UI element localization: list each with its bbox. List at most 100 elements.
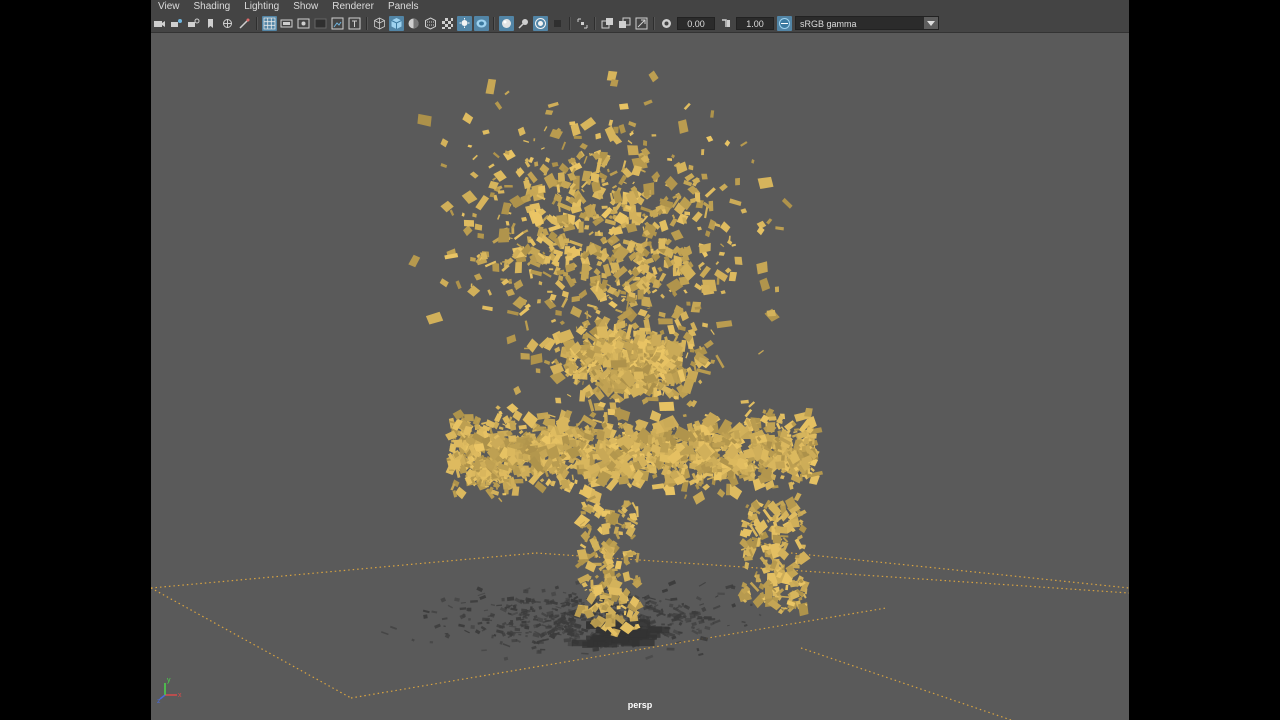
particle-shadow [667,623,672,627]
grid-icon[interactable] [220,16,235,31]
color-space-dropdown[interactable]: sRGB gamma [795,16,939,30]
isolate-icon[interactable] [550,16,565,31]
camera-name-label: persp [627,700,653,710]
particle-shadow [666,647,675,651]
confetti-piece [608,296,613,301]
confetti-piece [618,124,626,134]
shadows-icon[interactable] [457,15,472,31]
camera-icon[interactable] [152,16,167,31]
text-icon[interactable] [347,16,362,31]
confetti-piece [467,144,473,148]
confetti-piece [749,581,760,592]
confetti-piece [720,243,725,248]
menu-lighting[interactable]: Lighting [237,0,286,14]
confetti-piece [522,454,529,461]
confetti-piece [449,209,455,216]
bookmark-icon[interactable] [186,16,201,31]
confetti-piece [720,221,731,233]
film-gate-icon[interactable] [237,16,252,31]
confetti-piece [513,231,525,240]
smooth-shade-icon[interactable] [389,15,404,31]
confetti-piece [554,346,561,353]
particle-shadow [730,585,736,590]
menu-show[interactable]: Show [286,0,325,14]
particle-shadow [411,638,415,642]
particle-shadow [699,603,705,606]
confetti-piece [683,102,691,110]
lights-icon[interactable] [440,16,455,31]
3d-viewport[interactable]: persp x y z [151,33,1129,720]
particle-shadow [727,624,730,627]
confetti-piece [595,309,601,315]
confetti-piece [506,334,517,345]
confetti-piece [775,422,781,430]
confetti-piece [461,190,478,204]
confetti-piece [680,255,690,262]
image-plane-icon[interactable] [203,16,218,31]
confetti-piece [627,139,633,145]
menu-shading[interactable]: Shading [187,0,238,14]
confetti-piece [518,424,527,430]
color-management-icon[interactable] [777,15,792,31]
xray-joints-icon[interactable] [600,16,615,31]
confetti-piece [647,307,651,310]
exposure-field[interactable]: 0.00 [677,16,715,30]
particle-shadow [466,607,472,612]
confetti-piece [505,221,510,226]
exposure-icon[interactable] [659,16,674,31]
gamma-field[interactable]: 1.00 [736,16,774,30]
anti-alias-icon[interactable] [516,16,531,31]
confetti-piece [591,541,599,548]
menu-renderer[interactable]: Renderer [325,0,381,14]
camera-attr-icon[interactable] [169,16,184,31]
resolution-gate-icon[interactable] [262,15,277,31]
confetti-piece [670,229,684,241]
confetti-piece [719,183,728,192]
confetti-piece [571,474,574,481]
confetti-piece [643,140,648,146]
confetti-piece [701,173,708,180]
textured-icon[interactable] [423,16,438,31]
particle-shadow [434,623,441,629]
xray-active-icon[interactable] [617,16,632,31]
confetti-piece [555,279,566,291]
particle-shadow [474,629,481,635]
depth-of-field-icon[interactable] [533,15,548,31]
confetti-piece [744,408,753,418]
confetti-piece [509,420,517,431]
field-chart-icon[interactable] [296,16,311,31]
particle-shadow [661,623,665,626]
default-material-icon[interactable] [406,16,421,31]
particle-shadow [691,621,697,627]
confetti-piece [498,497,503,503]
confetti-piece [614,407,631,422]
confetti-piece [639,356,644,361]
motion-blur-icon[interactable] [499,15,514,31]
confetti-piece [667,158,672,161]
confetti-piece [618,174,628,186]
menu-view[interactable]: View [151,0,187,14]
confetti-piece [623,328,627,331]
gamma-icon[interactable] [718,16,733,31]
confetti-piece [660,293,665,299]
confetti-piece [636,506,639,518]
confetti-piece [649,467,657,474]
xray-icon[interactable] [575,16,590,31]
particle-shadow [701,606,707,613]
wireframe-icon[interactable] [372,16,387,31]
particle-shadow [502,643,511,648]
safe-title-icon[interactable] [330,16,345,31]
gate-mask-icon[interactable] [279,16,294,31]
menu-panels[interactable]: Panels [381,0,426,14]
particle-shadow [504,606,508,610]
confetti-piece [621,295,627,298]
confetti-piece [604,441,611,445]
screen-ao-icon[interactable] [474,15,489,31]
confetti-piece [718,251,726,256]
confetti-piece [612,237,618,244]
particle-shadow [647,626,670,634]
backface-icon[interactable] [634,16,649,31]
confetti-piece [671,214,676,219]
safe-action-icon[interactable] [313,16,328,31]
particle-shadow [429,641,434,644]
